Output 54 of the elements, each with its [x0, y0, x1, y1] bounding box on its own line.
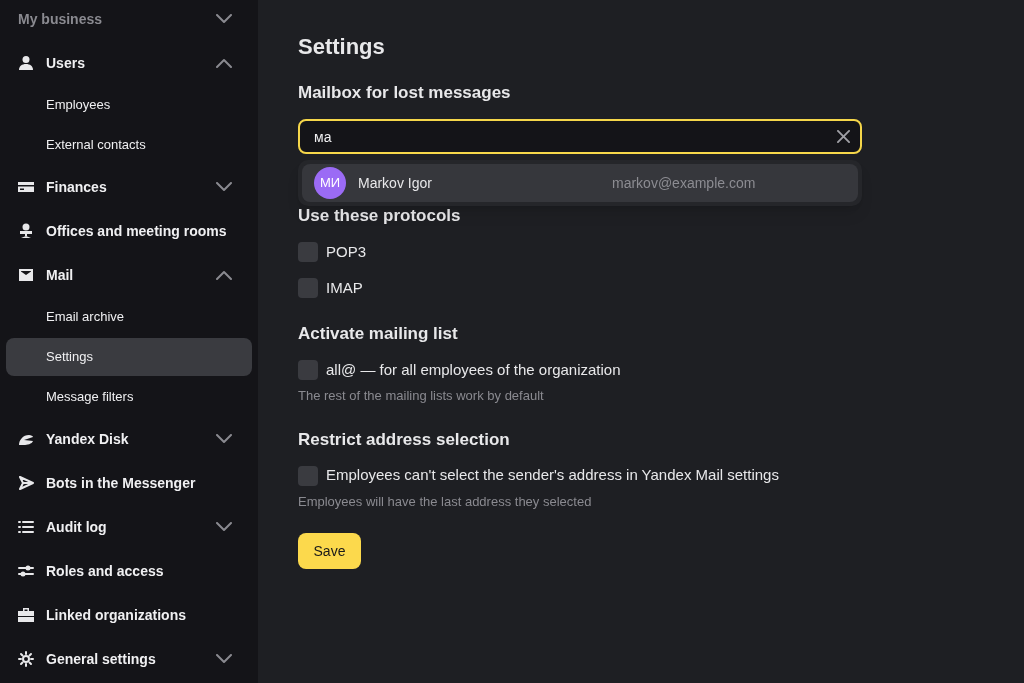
avatar: МИ: [314, 167, 346, 199]
checkbox-label: Employees can't select the sender's address in Yandex Mail settings: [326, 465, 779, 486]
hint-text: The rest of the mailing lists work by default: [298, 387, 545, 405]
contact-name: Markov Igor: [358, 173, 433, 193]
checkbox-label: all@ — for all employees of the organization: [326, 359, 621, 380]
sidebar-item[interactable]: Bots in the Messenger: [46, 472, 232, 494]
list-icon: [18, 519, 34, 535]
checkbox[interactable]: [298, 242, 318, 262]
sidebar-item[interactable]: My business: [18, 8, 216, 30]
sidebar-item[interactable]: General settings: [46, 648, 216, 670]
chevron-down-icon[interactable]: [216, 522, 232, 532]
checkbox[interactable]: [298, 278, 318, 298]
chevron-down-icon[interactable]: [216, 182, 232, 192]
hint-text: Employees will have the last address they selected: [298, 492, 593, 511]
card-icon: [18, 179, 34, 195]
contact-email: markov@example.com: [612, 173, 756, 193]
briefcase-icon: [18, 607, 34, 623]
paper-plane-icon: [18, 475, 34, 491]
checkbox-label: IMAP: [326, 277, 363, 298]
page-title: Settings: [298, 33, 386, 61]
checkbox[interactable]: [298, 465, 318, 486]
sidebar-item[interactable]: Roles and access: [46, 560, 232, 582]
close-icon[interactable]: [837, 130, 850, 143]
sidebar-subitem[interactable]: External contacts: [6, 126, 252, 164]
chevron-up-icon[interactable]: [216, 58, 232, 68]
envelope-icon: [18, 267, 34, 283]
section-heading: Activate mailing list: [298, 323, 459, 345]
section-heading: Use these protocols: [298, 205, 462, 227]
sidebar-item[interactable]: Mail: [46, 264, 216, 286]
section-heading: Mailbox for lost messages: [298, 82, 512, 104]
sidebar-item[interactable]: Offices and meeting rooms: [46, 220, 232, 242]
checkbox[interactable]: [298, 360, 318, 380]
person-icon: [18, 55, 34, 71]
sidebar-item[interactable]: Finances: [46, 176, 216, 198]
office-chair-icon: [18, 223, 34, 239]
sidebar-subitem[interactable]: Email archive: [6, 298, 252, 336]
suggestion-item[interactable]: МИ Markov Igor markov@example.com: [302, 164, 858, 202]
sliders-icon: [18, 563, 34, 579]
chevron-up-icon[interactable]: [216, 270, 232, 280]
sidebar-subitem[interactable]: Employees: [6, 86, 252, 124]
checkbox-label: POP3: [326, 241, 367, 262]
save-button[interactable]: Save: [298, 533, 361, 569]
sidebar-item[interactable]: Users: [46, 52, 216, 74]
sidebar-subitem[interactable]: Message filters: [6, 378, 252, 416]
section-heading: Restrict address selection: [298, 428, 511, 451]
sidebar-item[interactable]: Audit log: [46, 516, 216, 538]
sidebar-item[interactable]: Linked organizations: [46, 604, 232, 626]
sidebar-subitem[interactable]: Settings: [6, 338, 252, 376]
chevron-down-icon[interactable]: [216, 14, 232, 24]
chevron-down-icon[interactable]: [216, 434, 232, 444]
sidebar-item[interactable]: Yandex Disk: [46, 428, 216, 450]
chevron-down-icon[interactable]: [216, 654, 232, 664]
settings-icon: [18, 651, 34, 667]
search-field[interactable]: ма: [298, 119, 862, 154]
